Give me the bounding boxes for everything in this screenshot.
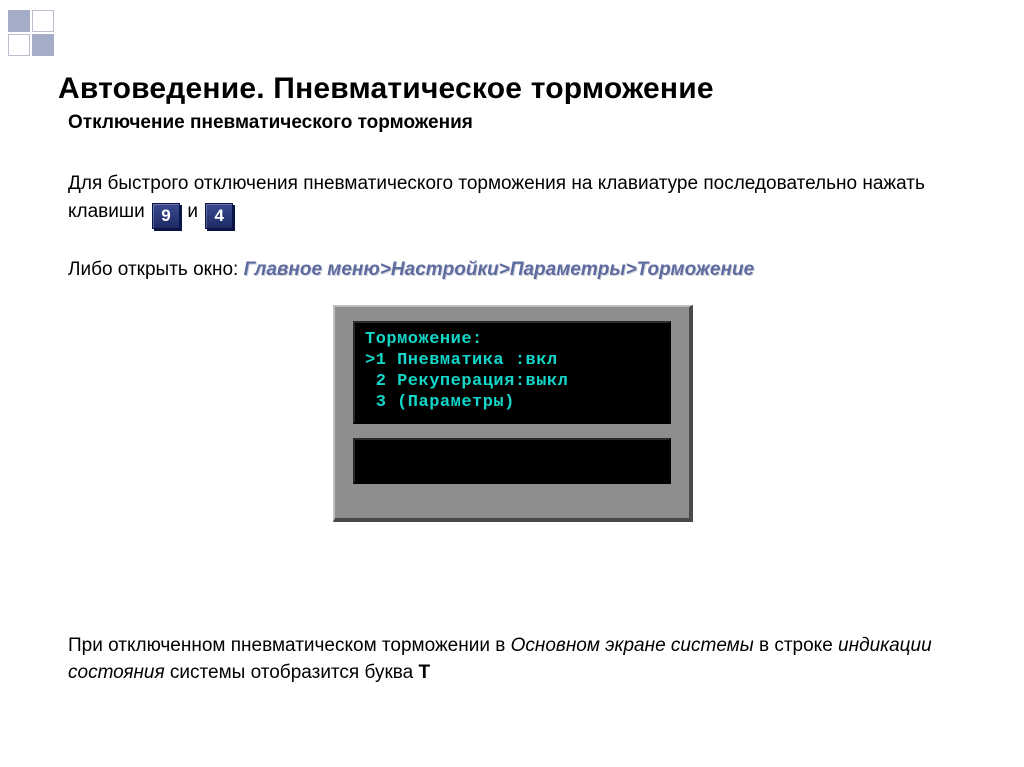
footer-note: При отключенном пневматическом торможени… (68, 632, 968, 687)
deco-square (8, 34, 30, 56)
section-subtitle: Отключение пневматического торможения (68, 112, 968, 134)
footer-italic: Основном экране системы (511, 635, 754, 656)
instruction-between: и (187, 201, 198, 222)
screen-line: Торможение: (365, 329, 659, 350)
menu-path: Главное меню>Настройки>Параметры>Торможе… (244, 259, 755, 280)
deco-square (32, 10, 54, 32)
deco-empty (56, 34, 78, 56)
deco-empty (56, 10, 78, 32)
instruction-text: Для быстрого отключения пневматического … (68, 170, 968, 229)
main-screen: Торможение: >1 Пневматика :вкл 2 Рекупер… (353, 321, 671, 424)
footer-text: системы отобразится буква (165, 662, 419, 683)
path-intro: Либо открыть окно: (68, 259, 238, 280)
footer-bold-letter: Т (419, 662, 431, 683)
keyboard-key-4: 4 (205, 203, 233, 229)
slide-content: Автоведение. Пневматическое торможение О… (58, 72, 968, 687)
display-device: Торможение: >1 Пневматика :вкл 2 Рекупер… (333, 305, 693, 522)
screen-line: >1 Пневматика :вкл (365, 350, 659, 371)
device-container: Торможение: >1 Пневматика :вкл 2 Рекупер… (58, 305, 968, 522)
page-title: Автоведение. Пневматическое торможение (58, 72, 968, 106)
screen-line: 2 Рекуперация:выкл (365, 371, 659, 392)
footer-text: в строке (754, 635, 838, 656)
keyboard-key-9: 9 (152, 203, 180, 229)
secondary-screen (353, 438, 671, 484)
deco-square (32, 34, 54, 56)
screen-line: 3 (Параметры) (365, 392, 659, 413)
deco-square (8, 10, 30, 32)
footer-text: При отключенном пневматическом торможени… (68, 635, 511, 656)
menu-path-line: Либо открыть окно: Главное меню>Настройк… (68, 259, 968, 281)
corner-decoration (8, 10, 78, 56)
